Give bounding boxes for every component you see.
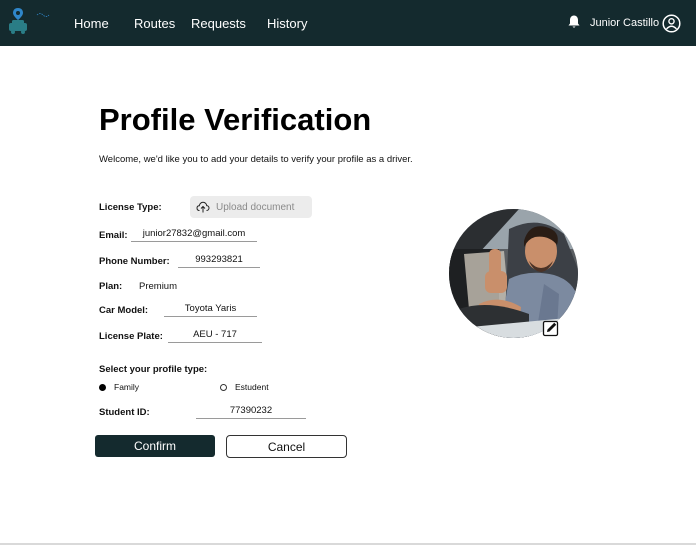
radio-estudent[interactable]: Estudent [220, 382, 269, 392]
nav-history[interactable]: History [267, 16, 307, 31]
cancel-button[interactable]: Cancel [226, 435, 347, 458]
radio-selected-icon[interactable] [99, 383, 106, 391]
radio-unselected-icon[interactable] [220, 383, 227, 391]
radio-family-label: Family [114, 382, 140, 392]
cloud-upload-icon [196, 201, 210, 213]
phone-number-field[interactable]: 993293821 [178, 254, 260, 268]
nav-requests[interactable]: Requests [191, 16, 246, 31]
upload-document-button[interactable]: Upload document [190, 196, 312, 218]
license-type-label: License Type: [99, 202, 162, 213]
confirm-button[interactable]: Confirm [95, 435, 215, 457]
profile-type-label: Select your profile type: [99, 364, 208, 375]
user-name[interactable]: Junior Castillo [590, 17, 659, 29]
plan-label: Plan: [99, 281, 123, 292]
car-pin-logo-icon[interactable] [6, 6, 50, 36]
email-field[interactable]: junior27832@gmail.com [131, 228, 257, 242]
plan-value: Premium [139, 281, 178, 292]
car-model-label: Car Model: [99, 305, 149, 316]
radio-estudent-label: Estudent [235, 382, 269, 392]
license-plate-label: License Plate: [99, 331, 163, 342]
nav-routes[interactable]: Routes [134, 16, 175, 31]
license-plate-field[interactable]: AEU - 717 [168, 329, 262, 343]
user-circle-icon[interactable] [662, 14, 681, 33]
student-id-label: Student ID: [99, 407, 150, 418]
student-id-field[interactable]: 77390232 [196, 405, 306, 419]
page-title: Profile Verification [99, 102, 372, 137]
phone-number-label: Phone Number: [99, 256, 170, 267]
page-subtitle: Welcome, we'd like you to add your detai… [99, 154, 413, 165]
bell-icon[interactable] [566, 14, 582, 30]
upload-document-label: Upload document [216, 201, 295, 213]
car-model-field[interactable]: Toyota Yaris [164, 303, 257, 317]
top-navbar: Home Routes Requests History Junior Cast… [0, 0, 696, 46]
email-label: Email: [99, 230, 128, 241]
radio-family[interactable]: Family [99, 382, 139, 392]
edit-photo-icon[interactable] [542, 319, 560, 337]
nav-home[interactable]: Home [74, 16, 109, 31]
